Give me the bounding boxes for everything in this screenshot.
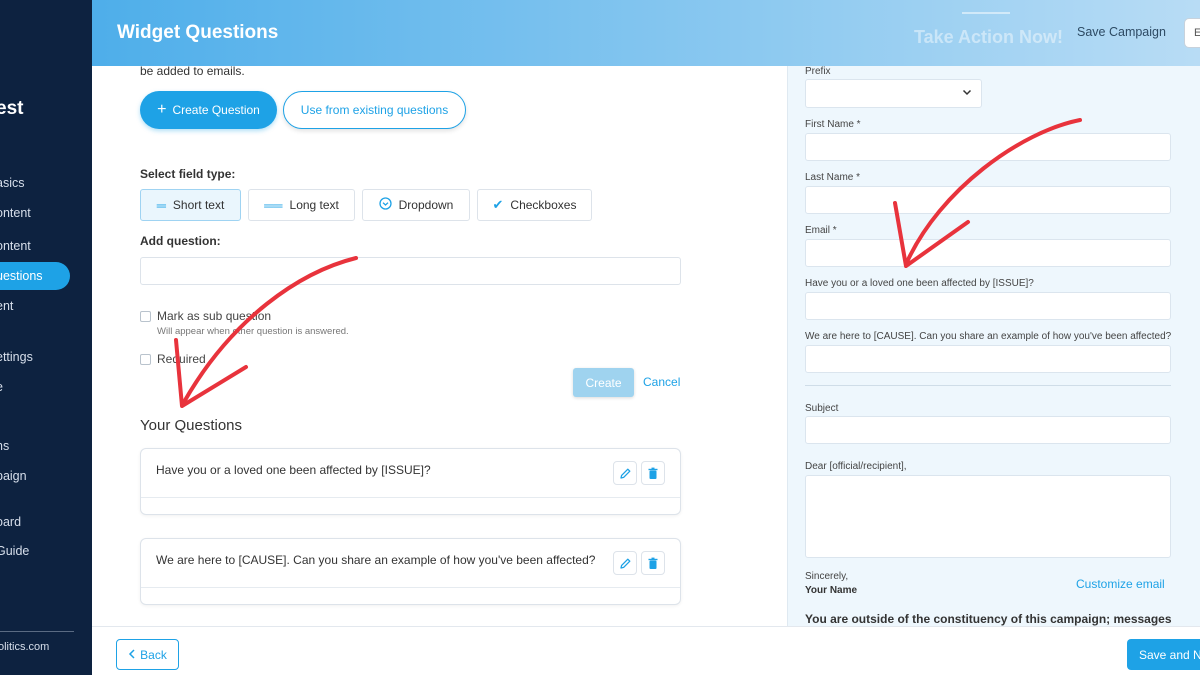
- save-and-next-button[interactable]: Save and N: [1127, 639, 1200, 670]
- dropdown-icon: [378, 197, 392, 213]
- field-type-long-text[interactable]: ══ Long text: [248, 189, 355, 221]
- question-2-input[interactable]: [805, 345, 1171, 373]
- field-type-dropdown[interactable]: Dropdown: [362, 189, 470, 221]
- delete-question-button[interactable]: [641, 551, 665, 575]
- widget-preview: Prefix First Name * Last Name * Email * …: [787, 66, 1200, 626]
- trash-icon: [648, 557, 658, 569]
- chevron-left-icon: [128, 648, 136, 662]
- dear-label: Dear [official/recipient],: [805, 461, 907, 472]
- constituency-warning: You are outside of the constituency of t…: [805, 612, 1172, 626]
- sidebar-divider: [0, 631, 74, 632]
- chevron-down-icon: [962, 87, 972, 100]
- brand-logo-text: est: [0, 98, 24, 119]
- field-type-short-text[interactable]: ═ Short text: [140, 189, 241, 221]
- save-campaign-button[interactable]: Save Campaign: [1077, 25, 1166, 39]
- header-edge-button[interactable]: E: [1184, 18, 1200, 48]
- sidebar-item-content[interactable]: ontent: [0, 199, 31, 227]
- preview-ghost-title: Take Action Now!: [914, 27, 1064, 47]
- sidebar-item-campaign[interactable]: paign: [0, 462, 27, 490]
- field-type-dropdown-label: Dropdown: [398, 198, 454, 212]
- sidebar-item-content-2[interactable]: ontent: [0, 232, 31, 260]
- intro-text: be added to emails.: [140, 64, 245, 78]
- sidebar: est asics ontent ontent uestions ent ett…: [0, 0, 92, 675]
- field-type-long-text-label: Long text: [289, 198, 339, 212]
- checkmark-icon: ✔: [492, 197, 504, 212]
- sidebar-item-guide[interactable]: Guide: [0, 537, 29, 565]
- sidebar-item-basics[interactable]: asics: [0, 169, 24, 197]
- question-text: Have you or a loved one been affected by…: [156, 463, 431, 477]
- sub-question-option[interactable]: Mark as sub question Will appear when ot…: [140, 309, 349, 337]
- last-name-label: Last Name *: [805, 172, 861, 183]
- delete-question-button[interactable]: [641, 461, 665, 485]
- prefix-label: Prefix: [805, 66, 831, 77]
- last-name-input[interactable]: [805, 186, 1171, 214]
- back-button[interactable]: Back: [116, 639, 179, 670]
- use-existing-questions-button[interactable]: Use from existing questions: [283, 91, 466, 129]
- sincerely-text: Sincerely,: [805, 571, 849, 582]
- question-card: Have you or a loved one been affected by…: [140, 448, 681, 515]
- question-2-label: We are here to [CAUSE]. Can you share an…: [805, 331, 1172, 342]
- sidebar-item-dashboard[interactable]: oard: [0, 508, 21, 536]
- create-button[interactable]: Create: [573, 368, 634, 397]
- your-name-text: Your Name: [805, 585, 858, 596]
- trash-icon: [648, 467, 658, 479]
- required-option[interactable]: Required: [140, 352, 206, 366]
- question-1-input[interactable]: [805, 292, 1171, 320]
- create-question-button[interactable]: + Create Question: [140, 91, 277, 129]
- pencil-icon: [619, 468, 630, 479]
- customize-email-link[interactable]: Customize email: [1076, 577, 1165, 591]
- page-footer: Back Save and N: [92, 626, 1200, 675]
- short-text-icon: ═: [156, 197, 166, 213]
- question-card: We are here to [CAUSE]. Can you share an…: [140, 538, 681, 605]
- subject-input[interactable]: [805, 416, 1171, 444]
- question-1-label: Have you or a loved one been affected by…: [805, 278, 1034, 289]
- long-text-icon: ══: [264, 197, 283, 213]
- question-card-divider: [141, 497, 680, 498]
- your-questions-heading: Your Questions: [140, 417, 243, 434]
- page-header: Widget Questions Take Action Now! Save C…: [92, 0, 1200, 66]
- field-type-label: Select field type:: [140, 167, 236, 181]
- first-name-input[interactable]: [805, 133, 1171, 161]
- subject-label: Subject: [805, 403, 839, 414]
- back-label: Back: [140, 647, 167, 662]
- sidebar-item-e[interactable]: e: [0, 373, 3, 401]
- sub-question-hint: Will appear when other question is answe…: [157, 326, 349, 337]
- prefix-select[interactable]: [805, 79, 982, 108]
- add-question-input[interactable]: [140, 257, 681, 285]
- preview-ghost-line: [962, 12, 1010, 14]
- email-input[interactable]: [805, 239, 1171, 267]
- pencil-icon: [619, 558, 630, 569]
- field-type-checkboxes[interactable]: ✔ Checkboxes: [477, 189, 592, 221]
- field-type-short-text-label: Short text: [172, 198, 225, 212]
- sub-question-label: Mark as sub question: [157, 309, 272, 323]
- edit-question-button[interactable]: [613, 551, 637, 575]
- edit-question-button[interactable]: [613, 461, 637, 485]
- sidebar-site-link[interactable]: olitics.com: [0, 641, 49, 653]
- plus-icon: +: [157, 101, 167, 118]
- required-checkbox[interactable]: [140, 354, 151, 365]
- required-label: Required: [157, 352, 206, 366]
- sidebar-item-questions[interactable]: uestions: [0, 262, 70, 290]
- question-editor: be added to emails. + Create Question Us…: [92, 64, 787, 626]
- question-card-divider: [141, 587, 680, 588]
- sidebar-item-settings[interactable]: ettings: [0, 343, 33, 371]
- page-title: Widget Questions: [117, 22, 279, 43]
- field-type-checkboxes-label: Checkboxes: [510, 198, 577, 212]
- sidebar-item-ent[interactable]: ent: [0, 292, 13, 320]
- sidebar-item-ns[interactable]: ns: [0, 432, 9, 460]
- add-question-label: Add question:: [140, 234, 221, 248]
- cancel-link[interactable]: Cancel: [643, 375, 680, 389]
- first-name-label: First Name *: [805, 119, 861, 130]
- create-question-label: Create Question: [172, 103, 260, 117]
- question-text: We are here to [CAUSE]. Can you share an…: [156, 553, 596, 567]
- sub-question-checkbox[interactable]: [140, 311, 151, 322]
- email-label: Email *: [805, 225, 837, 236]
- email-body-textarea[interactable]: [805, 475, 1171, 558]
- preview-divider: [805, 385, 1171, 386]
